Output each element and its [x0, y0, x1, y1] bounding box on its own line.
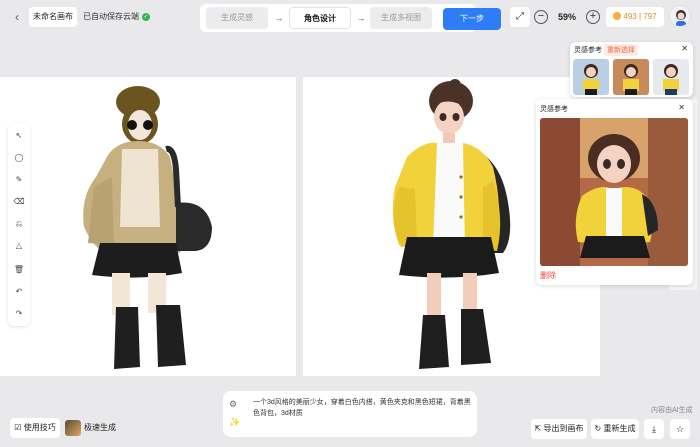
ai-content-note: 内容由AI生成 — [651, 407, 693, 414]
inspiration-panel: 灵感参考 重新选择 ✕ — [570, 42, 693, 97]
reselect-button[interactable]: 重新选择 — [604, 44, 638, 56]
credits-badge[interactable]: 493 | 797 — [606, 7, 664, 27]
next-step-button[interactable]: 下一步 — [443, 8, 501, 30]
inspiration-card-title: 灵感参考 — [540, 106, 568, 113]
sketch-character — [83, 86, 212, 369]
minus-icon[interactable]: − — [534, 10, 548, 24]
expand-icon[interactable]: ⤢ — [510, 7, 530, 27]
undo-icon[interactable]: ↶ — [8, 283, 30, 301]
magic-fill-icon[interactable]: △ — [8, 237, 30, 255]
download-icon[interactable]: ⤓ — [644, 419, 664, 439]
lightbulb-icon: ☑ — [14, 423, 24, 432]
drawing-toolbar: ↖ ◯ ✎ ⌫ ⎌ △ 🗑 ↶ ↷ — [8, 123, 30, 326]
lasso-icon[interactable]: ◯ — [8, 149, 30, 167]
brush-icon[interactable]: ✎ — [8, 171, 30, 189]
zoom-controls: ⤢ − 59% + — [510, 7, 604, 27]
check-circle-icon: ✓ — [142, 13, 150, 21]
coin-icon — [613, 12, 622, 20]
eraser-icon[interactable]: ⌫ — [8, 193, 30, 211]
sketch-canvas[interactable] — [0, 77, 296, 376]
trash-icon[interactable]: 🗑 — [8, 261, 30, 279]
export-to-canvas-button[interactable]: ⇱ 导出到画布 — [531, 419, 587, 439]
top-bar: ‹ 未命名画布 已自动保存云端 ✓ 生成灵感 → 角色设计 → 生成多视图 下一… — [0, 0, 700, 36]
cursor-icon[interactable]: ↖ — [8, 127, 30, 145]
close-icon[interactable]: ✕ — [678, 103, 685, 112]
avatar[interactable] — [669, 5, 691, 27]
arrow-right-icon: → — [356, 13, 366, 23]
fast-generate-label: 极速生成 — [84, 423, 116, 432]
inspiration-card: 灵感参考 ✕ 删除 — [536, 99, 693, 285]
regenerate-label: 重新生成 — [603, 424, 636, 433]
regenerate-button[interactable]: ↻ 重新生成 — [591, 419, 639, 439]
credits-value: 493 | 797 — [623, 12, 657, 21]
arrow-right-icon: → — [274, 13, 284, 23]
redo-icon[interactable]: ↷ — [8, 305, 30, 323]
close-icon[interactable]: ✕ — [681, 44, 688, 53]
inspiration-thumb-3[interactable] — [653, 59, 689, 95]
chevron-left-icon[interactable]: ‹ — [10, 10, 24, 24]
delete-button[interactable]: 删除 — [540, 270, 556, 281]
sparkle-icon[interactable]: ✨ — [229, 417, 240, 428]
prompt-input[interactable]: ⚙ ✨ 一个3d风格的美丽少女，穿着白色内搭，黄色夹克和黑色短裙，背着黑色背包，… — [223, 391, 477, 437]
tips-label: 使用技巧 — [23, 423, 56, 432]
inspiration-image[interactable] — [540, 118, 688, 266]
fast-generate-button[interactable]: 极速生成 — [65, 418, 117, 438]
inspiration-thumb-1[interactable] — [573, 59, 609, 95]
fast-generate-thumb — [65, 420, 81, 436]
export-label: 导出到画布 — [543, 424, 584, 433]
zoom-level: 59% — [558, 12, 577, 22]
save-status: 已自动保存云端 ✓ — [83, 12, 150, 22]
plus-icon[interactable]: + — [586, 10, 601, 24]
inspiration-thumb-2[interactable] — [613, 59, 649, 95]
fill-icon[interactable]: ⎌ — [8, 215, 30, 233]
tips-button[interactable]: ☑ 使用技巧 — [10, 418, 60, 438]
step-multi-view[interactable]: 生成多视图 — [370, 7, 432, 29]
save-status-text: 已自动保存云端 — [83, 12, 139, 21]
star-icon[interactable]: ☆ — [670, 419, 690, 439]
step-navigator: 生成灵感 → 角色设计 → 生成多视图 — [200, 4, 476, 32]
sliders-icon[interactable]: ⚙ — [229, 399, 237, 410]
step-generate-inspiration[interactable]: 生成灵感 — [206, 7, 268, 29]
document-title[interactable]: 未命名画布 — [29, 7, 77, 27]
step-character-design[interactable]: 角色设计 — [289, 7, 351, 29]
inspiration-panel-title: 灵感参考 — [574, 47, 602, 54]
prompt-text[interactable]: 一个3d风格的美丽少女，穿着白色内搭，黄色夹克和黑色短裙，背着黑色背包，3d材质 — [253, 397, 471, 419]
